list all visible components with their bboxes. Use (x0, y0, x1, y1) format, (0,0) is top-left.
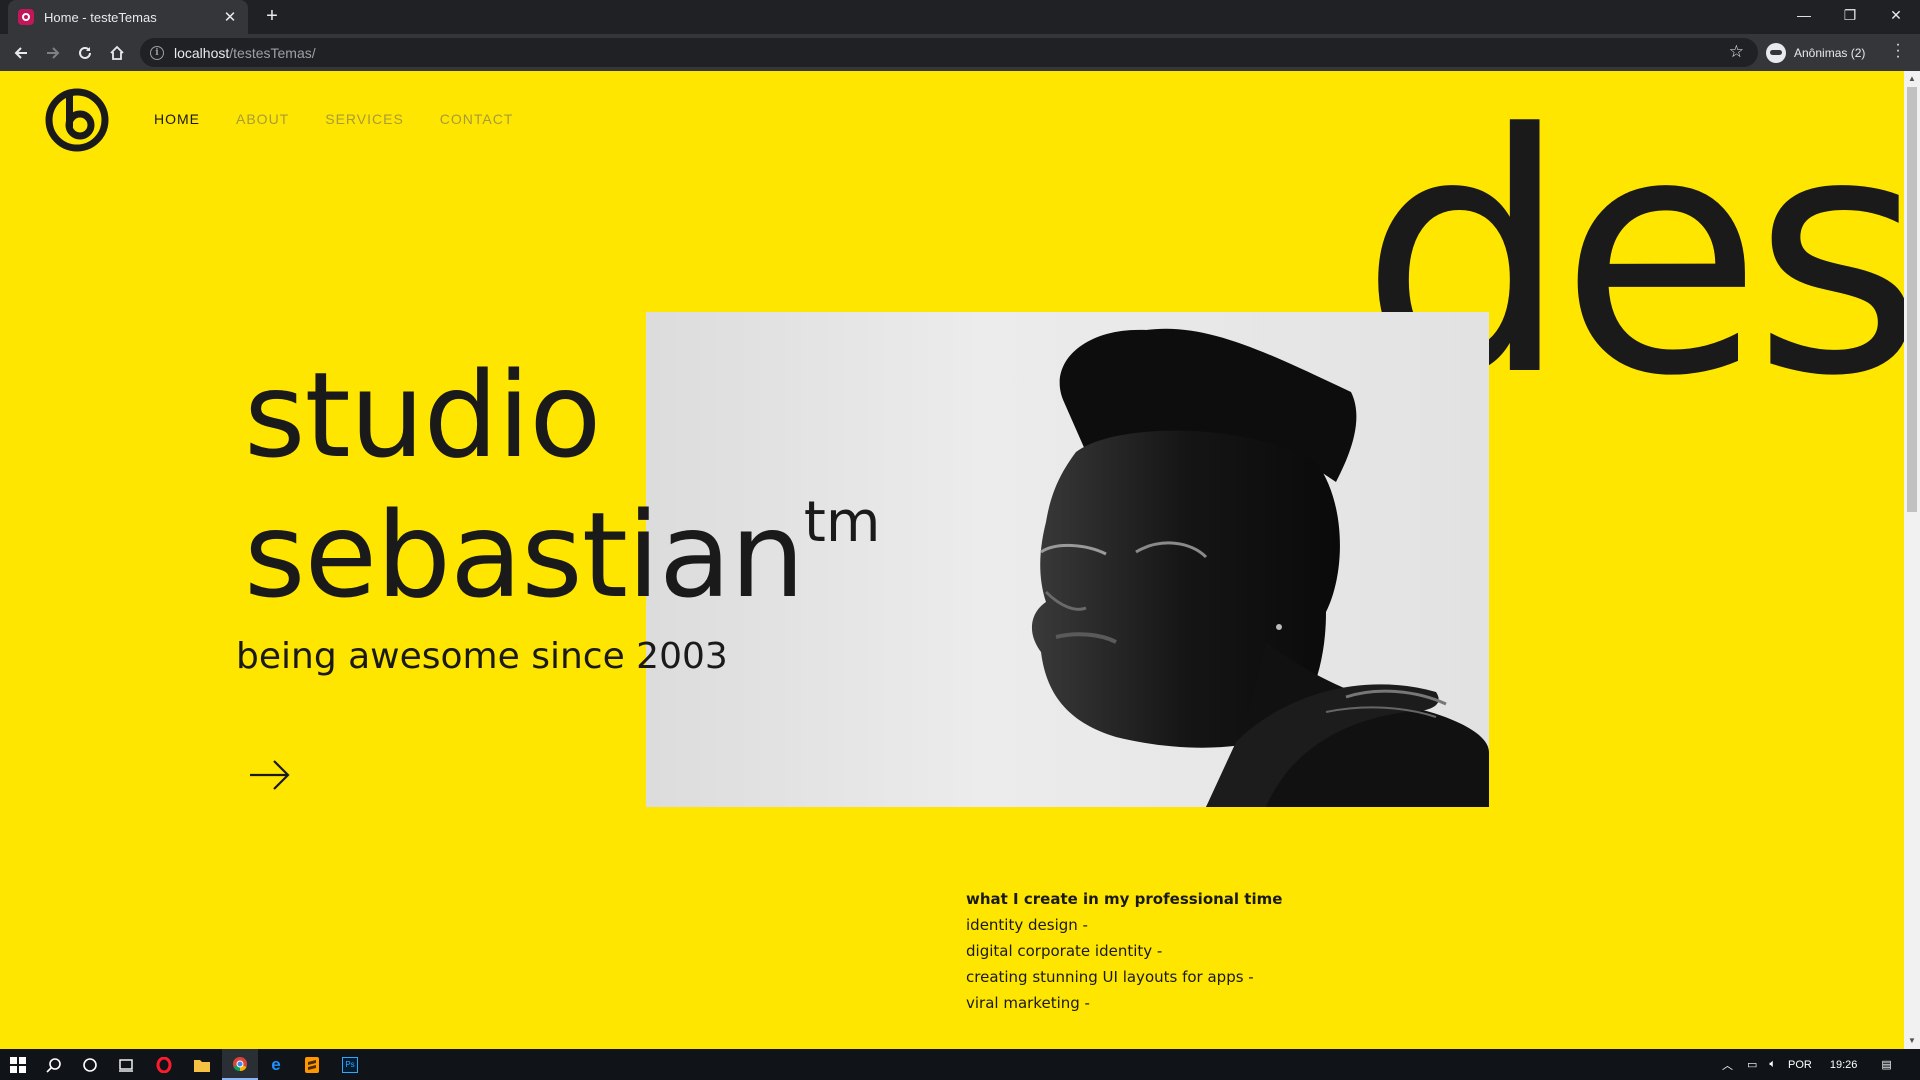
home-button[interactable] (104, 40, 130, 66)
service-item: identity design - (966, 916, 1088, 934)
site-favicon-icon (18, 9, 34, 25)
back-arrow-icon (14, 47, 27, 59)
opera-browser-icon[interactable] (146, 1049, 182, 1080)
folder-glyph (194, 1059, 210, 1072)
cortana-ring-glyph (83, 1057, 97, 1072)
clock-time[interactable]: 19:26 (1830, 1059, 1858, 1071)
url-host: localhost (174, 44, 230, 61)
search-icon[interactable] (36, 1049, 72, 1080)
volume-icon[interactable]: 🔈︎ (1769, 1058, 1776, 1071)
bookmark-star-icon[interactable]: ☆ (1729, 42, 1744, 62)
system-tray: ︿ ▭ 🔈︎ POR 19:26 ▤ (1722, 1049, 1892, 1080)
browser-menu-icon[interactable]: · · · (1890, 37, 1906, 65)
edge-glyph: e (271, 1054, 281, 1074)
nav-home[interactable]: HOME (154, 111, 200, 127)
magnifier-glyph (46, 1057, 61, 1073)
browser-tab-active[interactable]: Home - testeTemas ✕ (8, 0, 248, 34)
forward-arrow-icon (47, 47, 60, 59)
back-button[interactable] (8, 40, 34, 66)
edge-browser-icon[interactable]: e (258, 1049, 294, 1080)
file-explorer-icon[interactable] (184, 1049, 220, 1080)
tray-chevron-icon[interactable]: ︿ (1722, 1057, 1733, 1073)
nav-about[interactable]: ABOUT (236, 111, 289, 127)
nav-contact[interactable]: CONTACT (440, 111, 514, 127)
scrollbar-thumb[interactable] (1907, 87, 1917, 512)
page-viewport: des HOME ABOUT SERVICES CONTACT studio s… (0, 71, 1904, 1049)
service-item: creating stunning UI layouts for apps - (966, 968, 1254, 986)
chrome-browser-icon[interactable] (222, 1049, 258, 1080)
reload-button[interactable] (72, 40, 98, 66)
browser-toolbar: i localhost/testesTemas/ ☆ Anônimas (2) … (0, 34, 1920, 71)
forward-button[interactable] (40, 40, 66, 66)
services-title: what I create in my professional time (966, 890, 1283, 908)
cortana-icon[interactable] (72, 1049, 108, 1080)
arrow-right-icon[interactable] (248, 757, 292, 793)
tab-close-icon[interactable]: ✕ (222, 8, 238, 26)
headline-line-2: sebastiantm (244, 469, 881, 614)
incognito-icon (1766, 42, 1786, 63)
windows-taskbar: e Ps ︿ ▭ 🔈︎ POR 19:26 ▤ (0, 1049, 1920, 1080)
close-window-button[interactable]: ✕ (1873, 0, 1919, 30)
services-list: what I create in my professional time id… (966, 886, 1282, 1016)
sublime-glyph (305, 1056, 319, 1073)
network-icon[interactable]: ▭ (1747, 1058, 1757, 1071)
url-path: /testesTemas/ (229, 44, 316, 61)
hero-headline: studio sebastiantm (244, 346, 881, 614)
restore-window-button[interactable]: ❐ (1827, 0, 1873, 30)
windows-start-icon[interactable] (0, 1049, 36, 1080)
service-item: digital corporate identity - (966, 942, 1163, 960)
input-language[interactable]: POR (1788, 1059, 1812, 1071)
hero-tagline: being awesome since 2003 (236, 636, 728, 677)
photoshop-icon[interactable]: Ps (332, 1049, 368, 1080)
opera-glyph (156, 1056, 172, 1073)
new-tab-button[interactable]: + (260, 5, 284, 29)
nav-services[interactable]: SERVICES (325, 111, 404, 127)
headline-name: sebastian (244, 486, 805, 624)
task-view-icon[interactable] (108, 1049, 144, 1080)
studio-logo-icon[interactable] (44, 87, 110, 153)
main-navigation: HOME ABOUT SERVICES CONTACT (154, 111, 513, 127)
incognito-profile-button[interactable]: Anônimas (2) (1766, 38, 1865, 67)
sublime-text-icon[interactable] (294, 1049, 330, 1080)
tab-title: Home - testeTemas (44, 9, 157, 25)
site-info-icon[interactable]: i (150, 45, 164, 60)
windows-logo-icon (10, 1056, 26, 1073)
reload-icon (79, 46, 91, 59)
task-view-glyph (119, 1058, 133, 1072)
scroll-down-icon[interactable]: ▼ (1904, 1033, 1920, 1049)
headline-line-1: studio (244, 346, 601, 484)
scroll-up-icon[interactable]: ▲ (1904, 71, 1920, 87)
notifications-icon[interactable]: ▤ (1881, 1058, 1891, 1071)
minimize-window-button[interactable]: — (1781, 0, 1827, 30)
home-icon (110, 45, 124, 60)
trademark-superscript: tm (803, 490, 881, 555)
photoshop-glyph: Ps (342, 1056, 358, 1073)
profile-label: Anônimas (2) (1794, 45, 1866, 60)
chrome-glyph (233, 1056, 247, 1071)
address-bar[interactable]: i localhost/testesTemas/ ☆ (140, 38, 1758, 67)
page-scrollbar[interactable]: ▲ ▼ (1904, 71, 1920, 1049)
service-item: viral marketing - (966, 994, 1090, 1012)
browser-tab-strip: Home - testeTemas ✕ + — ❐ ✕ (0, 0, 1920, 34)
